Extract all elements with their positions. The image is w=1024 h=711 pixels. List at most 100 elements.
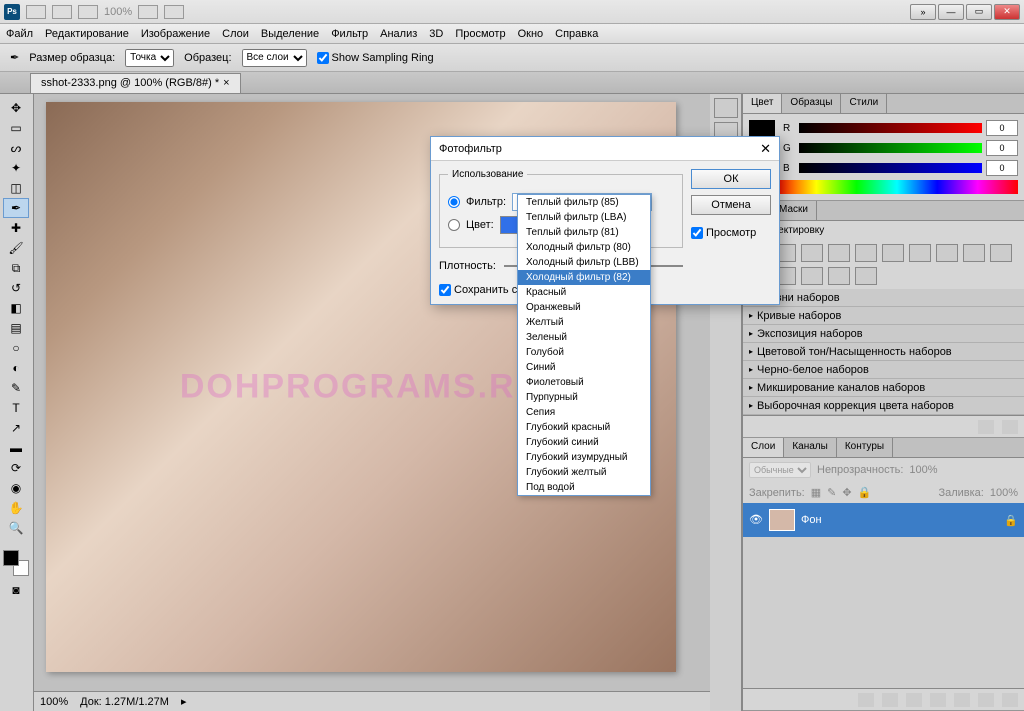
adj-footer-icon-2[interactable] <box>1002 420 1018 434</box>
brush-tool[interactable]: 🖌 <box>3 238 29 258</box>
g-value[interactable]: 0 <box>986 140 1018 156</box>
menu-file[interactable]: Файл <box>6 28 33 40</box>
adj-exposure-icon[interactable] <box>828 244 850 262</box>
filter-option[interactable]: Глубокий изумрудный <box>518 450 650 465</box>
g-slider[interactable] <box>799 143 982 153</box>
menu-view[interactable]: Просмотр <box>455 28 505 40</box>
preset-item[interactable]: ▸Черно-белое наборов <box>743 361 1024 379</box>
path-tool[interactable]: ↗ <box>3 418 29 438</box>
filter-option[interactable]: Желтый <box>518 315 650 330</box>
preset-item[interactable]: ▸Цветовой тон/Насыщенность наборов <box>743 343 1024 361</box>
document-tab[interactable]: sshot-2333.png @ 100% (RGB/8#) * × <box>30 73 241 93</box>
color-radio[interactable] <box>448 219 460 231</box>
adj-bw-icon[interactable] <box>936 244 958 262</box>
lock-position-icon[interactable]: ✥ <box>842 486 851 499</box>
type-tool[interactable]: T <box>3 398 29 418</box>
tab-layers[interactable]: Слои <box>743 438 784 457</box>
layer-thumbnail[interactable] <box>769 509 795 531</box>
adj-gradientmap-icon[interactable] <box>828 267 850 285</box>
launch-bridge-button[interactable] <box>26 5 46 19</box>
blend-mode-select[interactable]: Обычные <box>749 462 811 478</box>
foreground-background-colors[interactable] <box>3 550 29 576</box>
b-value[interactable]: 0 <box>986 160 1018 176</box>
tab-paths[interactable]: Контуры <box>837 438 893 457</box>
filter-option[interactable]: Холодный фильтр (82) <box>518 270 650 285</box>
pen-tool[interactable]: ✎ <box>3 378 29 398</box>
filter-option[interactable]: Пурпурный <box>518 390 650 405</box>
adj-hue-icon[interactable] <box>882 244 904 262</box>
status-arrow-icon[interactable]: ▸ <box>181 695 187 708</box>
dodge-tool[interactable]: ◐ <box>3 358 29 378</box>
filter-option[interactable]: Красный <box>518 285 650 300</box>
b-slider[interactable] <box>799 163 982 173</box>
maximize-button[interactable]: ▭ <box>966 4 992 20</box>
move-tool[interactable]: ✥ <box>3 98 29 118</box>
view-mode-button[interactable] <box>138 5 158 19</box>
filter-option[interactable]: Теплый фильтр (LBA) <box>518 210 650 225</box>
menu-select[interactable]: Выделение <box>261 28 319 40</box>
filter-option[interactable]: Под водой <box>518 480 650 495</box>
lock-all-icon[interactable]: ▦ <box>811 486 821 499</box>
status-zoom[interactable]: 100% <box>40 696 68 708</box>
crop-tool[interactable]: ◫ <box>3 178 29 198</box>
adj-photofilter-icon[interactable] <box>963 244 985 262</box>
group-icon[interactable] <box>954 693 970 707</box>
adj-channelmixer-icon[interactable] <box>990 244 1012 262</box>
opacity-value[interactable]: 100% <box>909 464 937 476</box>
eraser-tool[interactable]: ◧ <box>3 298 29 318</box>
lock-icon[interactable]: 🔒 <box>858 486 872 499</box>
wand-tool[interactable]: ✦ <box>3 158 29 178</box>
screen-mode-button[interactable] <box>164 5 184 19</box>
adj-footer-icon-1[interactable] <box>978 420 994 434</box>
adj-selective-icon[interactable] <box>855 267 877 285</box>
fx-icon[interactable] <box>882 693 898 707</box>
filter-option[interactable]: Теплый фильтр (85) <box>518 195 650 210</box>
quickmask-button[interactable]: ◙ <box>3 580 29 600</box>
tab-color[interactable]: Цвет <box>743 94 782 113</box>
filter-option[interactable]: Холодный фильтр (80) <box>518 240 650 255</box>
shape-tool[interactable]: ▬ <box>3 438 29 458</box>
menu-edit[interactable]: Редактирование <box>45 28 129 40</box>
filter-option[interactable]: Оранжевый <box>518 300 650 315</box>
stamp-tool[interactable]: ⧉ <box>3 258 29 278</box>
heal-tool[interactable]: ✚ <box>3 218 29 238</box>
eyedropper-tool[interactable]: ✒ <box>3 198 29 218</box>
tab-close-icon[interactable]: × <box>223 77 229 89</box>
preset-item[interactable]: ▸Экспозиция наборов <box>743 325 1024 343</box>
filter-option[interactable]: Зеленый <box>518 330 650 345</box>
show-sampling-ring-checkbox[interactable]: Show Sampling Ring <box>317 52 434 64</box>
menu-help[interactable]: Справка <box>555 28 598 40</box>
menu-filter[interactable]: Фильтр <box>331 28 368 40</box>
layer-visibility-icon[interactable]: 👁 <box>749 513 763 527</box>
filter-radio[interactable] <box>448 196 460 208</box>
zoom-tool[interactable]: 🔍 <box>3 518 29 538</box>
hand-tool[interactable]: ✋ <box>3 498 29 518</box>
fill-value[interactable]: 100% <box>990 487 1018 499</box>
blur-tool[interactable]: ○ <box>3 338 29 358</box>
filter-option[interactable]: Фиолетовый <box>518 375 650 390</box>
trash-icon[interactable] <box>1002 693 1018 707</box>
expand-button[interactable]: » <box>910 4 936 20</box>
preset-item[interactable]: ▸Кривые наборов <box>743 307 1024 325</box>
marquee-tool[interactable]: ▭ <box>3 118 29 138</box>
new-layer-icon[interactable] <box>978 693 994 707</box>
preview-checkbox[interactable] <box>691 227 703 239</box>
tab-swatches[interactable]: Образцы <box>782 94 841 113</box>
adj-threshold-icon[interactable] <box>801 267 823 285</box>
tab-styles[interactable]: Стили <box>841 94 887 113</box>
menu-analysis[interactable]: Анализ <box>380 28 417 40</box>
lock-pixels-icon[interactable]: ✎ <box>827 486 836 499</box>
dialog-close-icon[interactable]: ✕ <box>760 141 771 157</box>
menu-layer[interactable]: Слои <box>222 28 249 40</box>
preset-item[interactable]: ▸Уровни наборов <box>743 289 1024 307</box>
adj-curves-icon[interactable] <box>801 244 823 262</box>
close-button[interactable]: ✕ <box>994 4 1020 20</box>
preset-item[interactable]: ▸Микширование каналов наборов <box>743 379 1024 397</box>
cancel-button[interactable]: Отмена <box>691 195 771 215</box>
tab-channels[interactable]: Каналы <box>784 438 837 457</box>
filter-option[interactable]: Голубой <box>518 345 650 360</box>
adj-balance-icon[interactable] <box>909 244 931 262</box>
filter-options-dropdown[interactable]: Теплый фильтр (85)Теплый фильтр (LBA)Теп… <box>517 194 651 496</box>
r-value[interactable]: 0 <box>986 120 1018 136</box>
filter-option[interactable]: Глубокий желтый <box>518 465 650 480</box>
